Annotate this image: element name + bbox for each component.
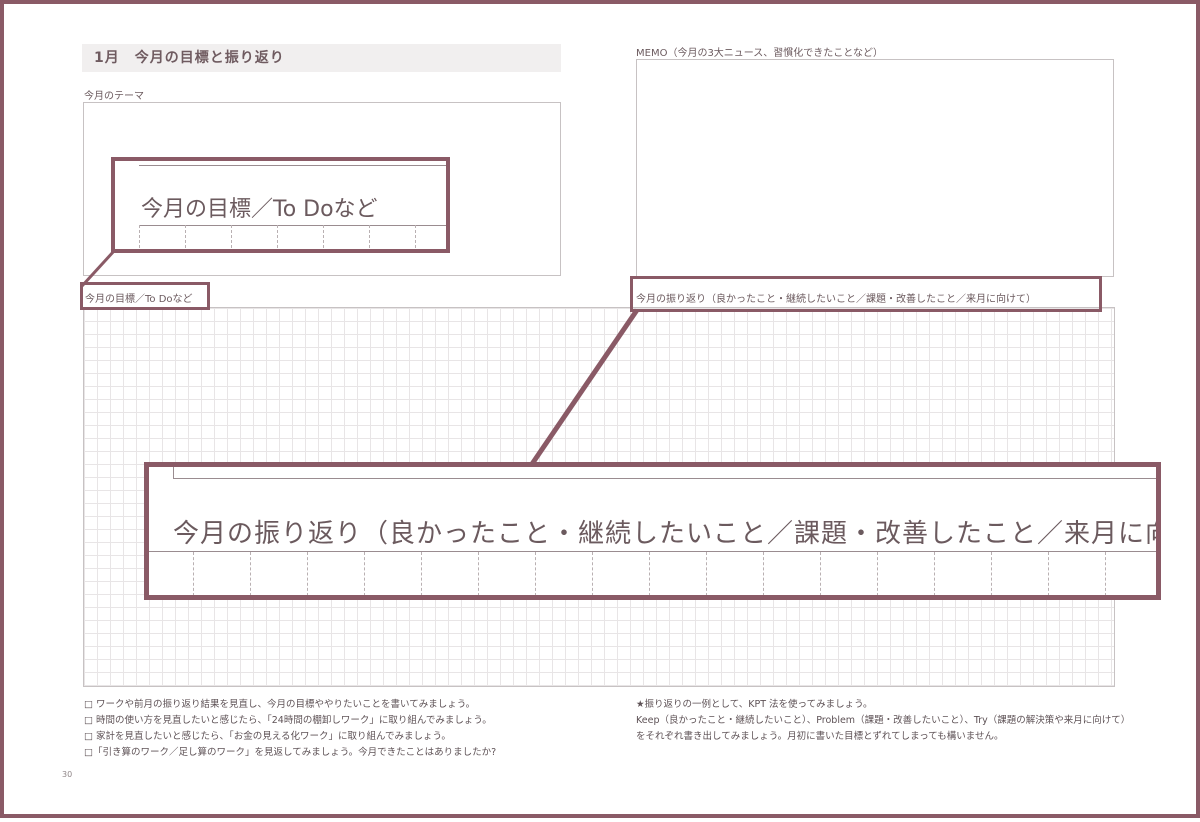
zoom-frame-edge [173,467,1156,479]
review-zoom-callout: 今月の振り返り（良かったこと・継続したいこと／課題・改善したこと／来月に向けて） [144,462,1161,600]
dashed-tick [193,552,194,595]
dashed-tick [307,552,308,595]
goal-zoom-text: 今月の目標／To Doなど [141,197,378,222]
instruction-line: Keep（良かったこと・継続したいこと）、Problem（課題・改善したいこと）… [636,715,1131,726]
dashed-tick [421,552,422,595]
dashed-tick [231,225,232,249]
dashed-tick [323,225,324,249]
dashed-tick [592,552,593,595]
instructions-right: ★振り返りの一例として、KPT 法を使ってみましょう。 Keep（良かったこと・… [636,697,1130,745]
instruction-line: □ ワークや前月の振り返り結果を見直し、今月の目標ややりたいことを書いてみましょ… [84,699,476,710]
instruction-line: をそれぞれ書き出してみましょう。月初に書いた目標とずれてしまっても構いません。 [636,731,1004,742]
dashed-tick [478,552,479,595]
dashed-tick [877,552,878,595]
dashed-tick [535,552,536,595]
instruction-line: □「引き算のワーク／足し算のワーク」を見返してみましょう。今月できたことはありま… [84,747,497,758]
instruction-line: ★振り返りの一例として、KPT 法を使ってみましょう。 [636,699,873,710]
dashed-tick [706,552,707,595]
zoom-underline [149,551,1156,552]
review-zoom-text: 今月の振り返り（良かったこと・継続したいこと／課題・改善したこと／来月に向けて） [173,519,1161,549]
dashed-tick [369,225,370,249]
dashed-tick [1048,552,1049,595]
dashed-tick [649,552,650,595]
instructions-left: □ ワークや前月の振り返り結果を見直し、今月の目標ややりたいことを書いてみましょ… [84,697,496,761]
dashed-tick [934,552,935,595]
instruction-line: □ 家計を見直したいと感じたら、「お金の見える化ワーク」に取り組んでみましょう。 [84,731,451,742]
dashed-tick [763,552,764,595]
planner-page: 1月 今月の目標と振り返り 今月のテーマ MEMO（今月の3大ニュース、習慣化で… [0,0,1200,818]
page-number: 30 [62,770,73,779]
zoom-frame-edge [139,161,446,166]
instruction-line: □ 時間の使い方を見直したいと感じたら、「24時間の棚卸しワーク」に取り組んでみ… [84,715,492,726]
dashed-tick [185,225,186,249]
review-connector-line [529,308,640,466]
dashed-tick [991,552,992,595]
dashed-tick [415,225,416,249]
dashed-tick [364,552,365,595]
dashed-tick [820,552,821,595]
dashed-tick [139,225,140,249]
dashed-tick [250,552,251,595]
dashed-tick [1105,552,1106,595]
dashed-tick [277,225,278,249]
goal-zoom-callout: 今月の目標／To Doなど [111,157,450,253]
goal-connector-line [80,249,116,288]
